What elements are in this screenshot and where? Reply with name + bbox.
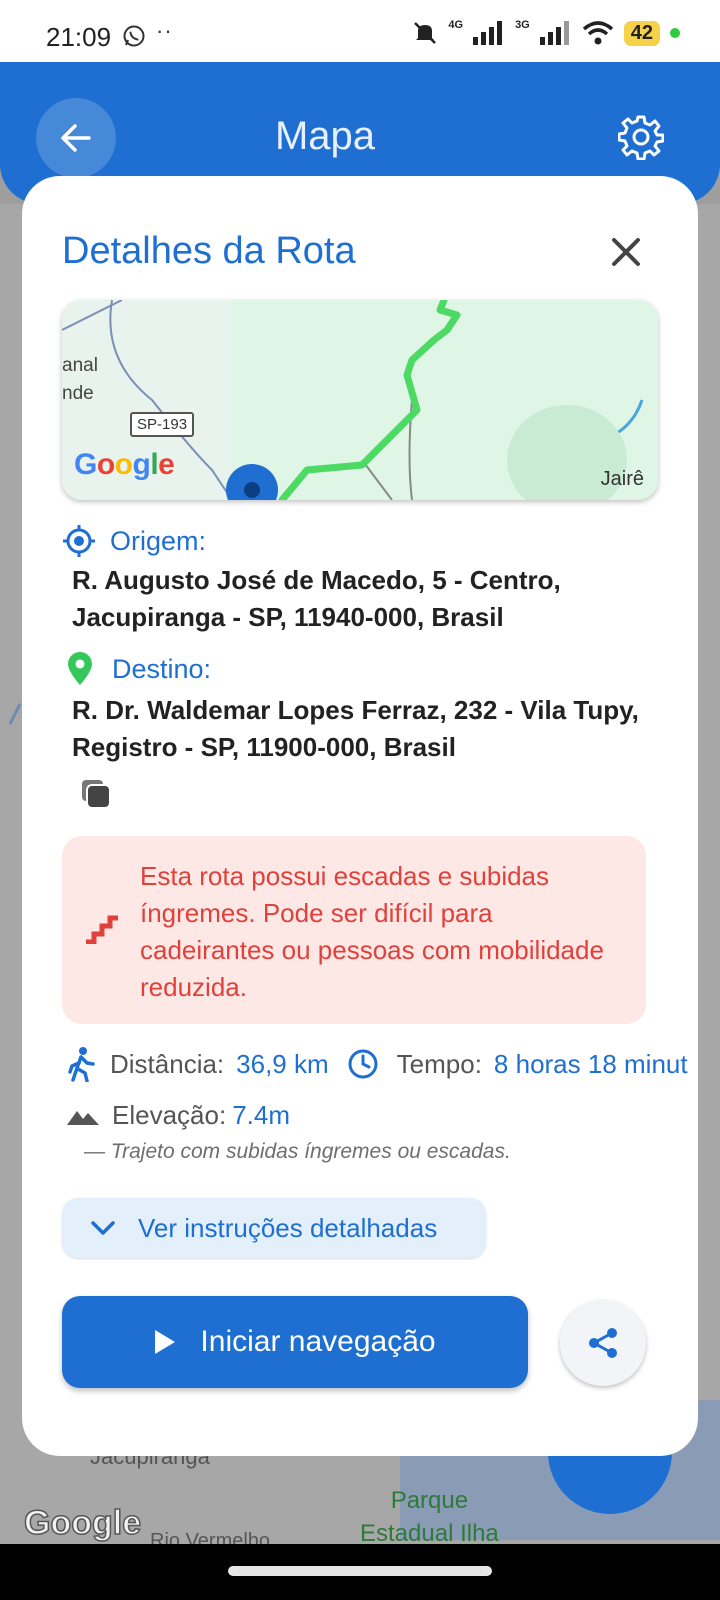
background-google-logo: Google — [23, 1503, 142, 1543]
share-icon — [589, 1328, 617, 1358]
status-bar: 21:09 ·· 4G 3G 42 — [0, 0, 720, 62]
time-label: Tempo: — [396, 1048, 482, 1079]
view-instructions-label: Ver instruções detalhadas — [138, 1212, 438, 1243]
accessibility-warning: Esta rota possui escadas e subidas íngre… — [62, 836, 646, 1024]
time-value: 8 horas 18 minut — [493, 1048, 688, 1079]
origin-address: R. Augusto José de Macedo, 5 - Centro, J… — [72, 565, 561, 632]
target-icon — [63, 525, 95, 557]
whatsapp-icon — [123, 25, 145, 47]
play-icon — [155, 1330, 176, 1354]
destination-label: Destino: — [112, 653, 212, 684]
distance-value: 36,9 km — [236, 1048, 329, 1079]
route-map-preview[interactable]: anal nde SP-193 Google Jairê — [62, 300, 658, 500]
home-gesture-handle[interactable] — [228, 1566, 492, 1576]
signal-icon — [473, 21, 503, 45]
copy-icon[interactable] — [80, 778, 112, 810]
destination-address: R. Dr. Waldemar Lopes Ferraz, 232 - Vila… — [72, 695, 639, 762]
clock-icon — [348, 1049, 378, 1079]
privacy-dot — [670, 28, 680, 38]
share-button[interactable] — [560, 1300, 646, 1386]
mute-icon — [414, 22, 437, 44]
destination-row: Destino: — [66, 652, 211, 686]
status-time: 21:09 — [46, 22, 112, 52]
dialog-title: Detalhes da Rota — [62, 230, 356, 272]
map-pin-icon — [68, 652, 92, 685]
google-logo: Google — [74, 448, 175, 481]
map-place-label: anal nde — [62, 355, 98, 404]
road-shield: SP-193 — [130, 412, 195, 437]
origin-label: Origem: — [110, 525, 207, 556]
map-place-label-jaire: Jairê — [600, 468, 644, 490]
elevation-value: 7.4m — [232, 1100, 290, 1130]
close-icon[interactable] — [606, 232, 646, 272]
background-label-park: Parque Estadual Ilha — [360, 1487, 499, 1547]
distance-label: Distância: — [110, 1048, 225, 1079]
elevation-label: Elevação: — [112, 1100, 227, 1130]
elevation-row: Elevação: 7.4m — [66, 1100, 290, 1131]
mountain-icon — [67, 1110, 99, 1125]
origin-row: Origem: — [62, 524, 206, 558]
route-details-dialog: Detalhes da Rota anal nde SP-193 Google … — [22, 176, 698, 1456]
route-stats: Distância: 36,9 km Tempo: 8 horas 18 min… — [66, 1046, 688, 1082]
elevation-note: — Trajeto com subidas íngremes ou escada… — [84, 1140, 511, 1163]
notification-dots: ·· — [156, 18, 173, 43]
gear-icon[interactable] — [618, 114, 664, 160]
system-navigation-bar — [0, 1544, 720, 1600]
stairs-icon — [86, 915, 118, 944]
wifi-icon — [582, 21, 613, 45]
network-type-1: 4G — [448, 19, 464, 31]
start-navigation-button[interactable]: Iniciar navegação — [62, 1296, 528, 1388]
start-navigation-label: Iniciar navegação — [200, 1325, 436, 1358]
signal-icon — [539, 21, 569, 45]
chevron-down-icon — [91, 1221, 115, 1235]
battery-indicator: 42 — [623, 20, 660, 46]
walking-icon — [68, 1047, 95, 1082]
view-instructions-button[interactable]: Ver instruções detalhadas — [62, 1198, 486, 1258]
page-title: Mapa — [274, 114, 376, 158]
network-type-2: 3G — [515, 19, 530, 31]
warning-text: Esta rota possui escadas e subidas íngre… — [140, 861, 604, 1002]
